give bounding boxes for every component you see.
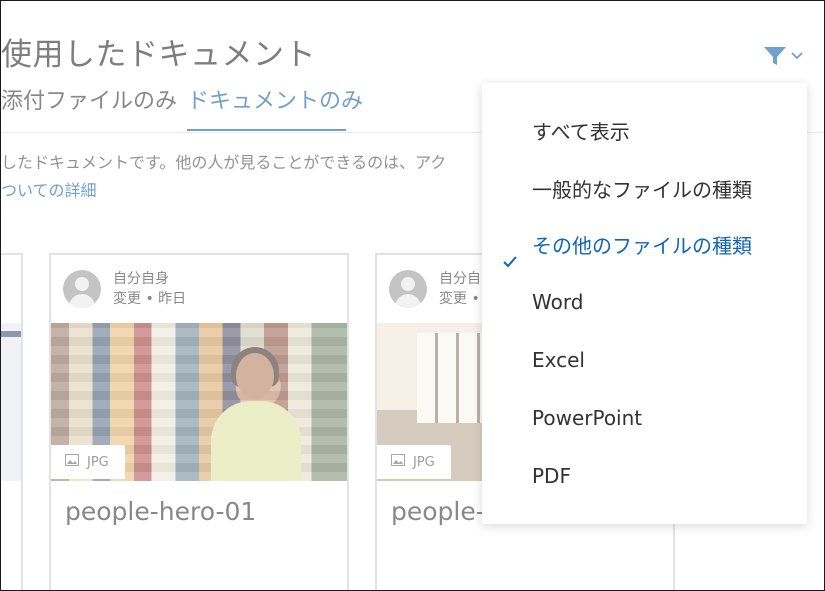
menu-item-common-types[interactable]: 一般的なファイルの種類 bbox=[482, 165, 807, 215]
menu-item-word[interactable]: Word bbox=[482, 277, 807, 327]
file-type-filter-menu: すべて表示 一般的なファイルの種類 その他のファイルの種類 Word Excel… bbox=[482, 83, 807, 524]
menu-item-powerpoint[interactable]: PowerPoint bbox=[482, 393, 807, 443]
menu-item-show-all[interactable]: すべて表示 bbox=[482, 107, 807, 157]
checkmark-icon bbox=[502, 238, 518, 268]
menu-item-excel[interactable]: Excel bbox=[482, 335, 807, 385]
menu-item-other-types[interactable]: その他のファイルの種類 bbox=[482, 221, 807, 271]
app-window: 使用したドキュメント 添付ファイルのみ ドキュメントのみ したドキュメントです。… bbox=[0, 0, 825, 591]
menu-item-pdf[interactable]: PDF bbox=[482, 451, 807, 501]
